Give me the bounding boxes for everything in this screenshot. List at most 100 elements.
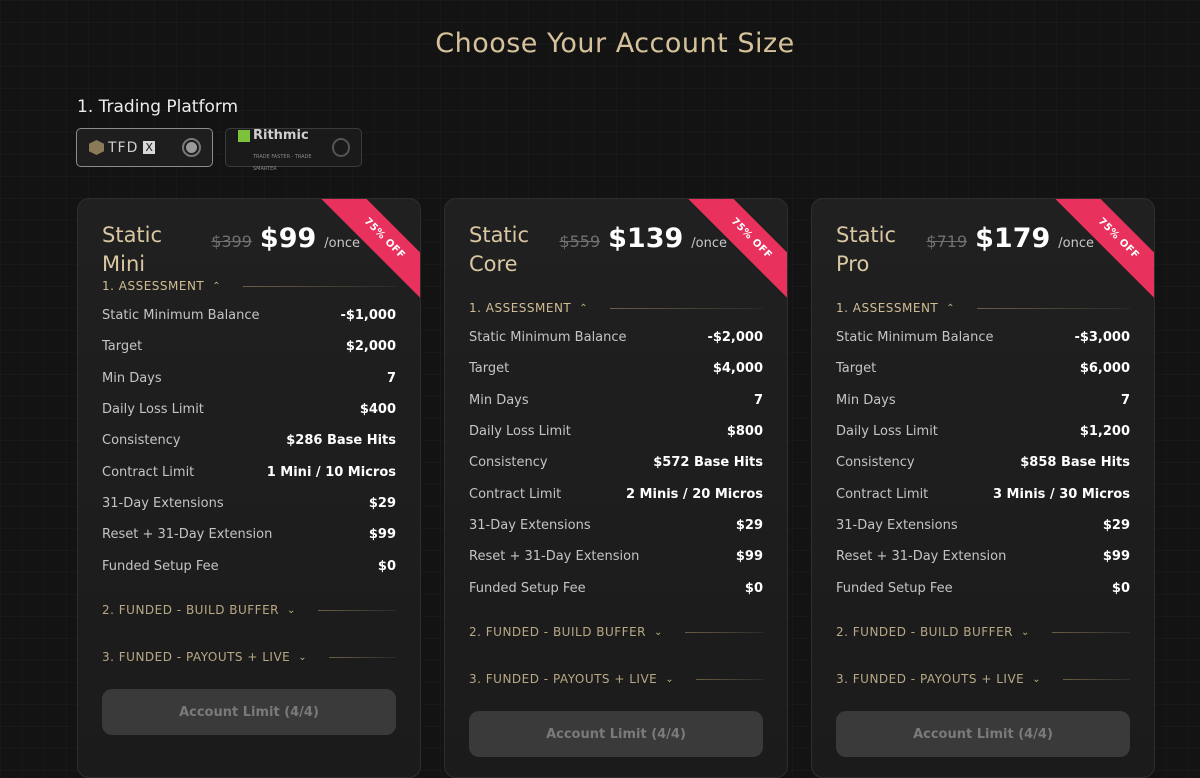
price-period: /once bbox=[691, 236, 727, 251]
plan-detail-row: Daily Loss Limit $1,200 bbox=[836, 416, 1130, 447]
divider bbox=[696, 678, 763, 680]
rithmic-square-icon bbox=[238, 129, 250, 142]
tfdx-hex-icon bbox=[89, 140, 104, 155]
row-label: Min Days bbox=[469, 392, 529, 408]
assessment-details: Static Minimum Balance -$1,000 Target $2… bbox=[102, 300, 396, 582]
row-value: 7 bbox=[753, 392, 763, 408]
row-value: $6,000 bbox=[1079, 361, 1130, 377]
row-label: Reset + 31-Day Extension bbox=[836, 549, 1007, 565]
account-limit-button[interactable]: Account Limit (4/4) bbox=[469, 711, 763, 757]
plan-detail-row: Contract Limit 2 Minis / 20 Micros bbox=[469, 478, 763, 509]
tfdx-logo: TFD X bbox=[89, 140, 155, 156]
row-value: $400 bbox=[359, 402, 396, 418]
old-price: $559 bbox=[559, 232, 601, 251]
section-funded-buffer-toggle[interactable]: 2. FUNDED - BUILD BUFFER ⌄ bbox=[836, 625, 1130, 639]
row-label: Reset + 31-Day Extension bbox=[469, 549, 640, 565]
assessment-details: Static Minimum Balance -$3,000 Target $6… bbox=[836, 322, 1130, 604]
row-value: $99 bbox=[1102, 549, 1130, 565]
divider bbox=[1051, 631, 1130, 633]
row-label: Target bbox=[836, 361, 877, 377]
section-funded-buffer-toggle[interactable]: 2. FUNDED - BUILD BUFFER ⌄ bbox=[469, 625, 763, 639]
row-value: -$3,000 bbox=[1074, 330, 1130, 346]
price: $99 bbox=[259, 223, 317, 254]
plan-name: Static Mini bbox=[102, 223, 163, 276]
row-label: Contract Limit bbox=[836, 486, 929, 502]
row-label: Contract Limit bbox=[469, 486, 562, 502]
old-price: $399 bbox=[211, 232, 252, 251]
page-title: Choose Your Account Size bbox=[435, 28, 795, 59]
section-funded-buffer-toggle[interactable]: 2. FUNDED - BUILD BUFFER ⌄ bbox=[102, 603, 396, 617]
row-value: -$1,000 bbox=[340, 308, 396, 324]
radio-unselected-icon[interactable] bbox=[331, 138, 350, 157]
plan-detail-row: Reset + 31-Day Extension $99 bbox=[836, 541, 1130, 572]
price-period: /once bbox=[1058, 236, 1094, 251]
chevron-down-icon: ⌄ bbox=[1032, 673, 1042, 685]
plan-header: Static Pro $719 $179 /once bbox=[836, 221, 1094, 279]
plan-detail-row: Min Days 7 bbox=[836, 385, 1130, 416]
plan-header: Static Mini $399 $99 /once bbox=[102, 221, 360, 279]
chevron-down-icon: ⌄ bbox=[1020, 626, 1030, 638]
price: $179 bbox=[975, 223, 1051, 254]
plan-detail-row: Min Days 7 bbox=[469, 385, 763, 416]
section-funded-payouts-toggle[interactable]: 3. FUNDED - PAYOUTS + LIVE ⌄ bbox=[102, 650, 396, 664]
divider bbox=[317, 609, 396, 611]
chevron-up-icon: ⌃ bbox=[579, 302, 589, 314]
row-value: $572 Base Hits bbox=[653, 455, 763, 471]
row-label: Funded Setup Fee bbox=[102, 558, 219, 574]
plan-detail-row: 31-Day Extensions $29 bbox=[469, 510, 763, 541]
row-label: 31-Day Extensions bbox=[469, 517, 591, 533]
plan-detail-row: Funded Setup Fee $0 bbox=[102, 550, 396, 581]
price-block: $559 $139 /once bbox=[559, 221, 727, 254]
row-value: $286 Base Hits bbox=[286, 433, 396, 449]
divider bbox=[243, 285, 396, 287]
platform-option-rithmic[interactable]: Rithmic TRADE FASTER · TRADE SMARTER bbox=[225, 128, 362, 172]
row-value: $800 bbox=[726, 424, 763, 440]
section-assessment-toggle[interactable]: 1. ASSESSMENT ⌃ bbox=[469, 301, 763, 315]
row-label: Min Days bbox=[836, 392, 896, 408]
chevron-up-icon: ⌃ bbox=[946, 302, 956, 314]
row-value: $99 bbox=[735, 549, 763, 565]
row-label: Daily Loss Limit bbox=[469, 424, 571, 440]
row-value: 7 bbox=[1120, 392, 1130, 408]
section-assessment-toggle[interactable]: 1. ASSESSMENT ⌃ bbox=[102, 279, 396, 293]
section-assessment-toggle[interactable]: 1. ASSESSMENT ⌃ bbox=[836, 301, 1130, 315]
plan-detail-row: Funded Setup Fee $0 bbox=[469, 572, 763, 603]
assessment-details: Static Minimum Balance -$2,000 Target $4… bbox=[469, 322, 763, 604]
row-label: Static Minimum Balance bbox=[102, 308, 260, 324]
divider bbox=[1063, 678, 1130, 680]
plan-detail-row: Reset + 31-Day Extension $99 bbox=[102, 519, 396, 550]
rithmic-logo: Rithmic TRADE FASTER · TRADE SMARTER bbox=[238, 120, 332, 175]
row-value: $2,000 bbox=[345, 339, 396, 355]
row-label: 31-Day Extensions bbox=[836, 517, 958, 533]
chevron-down-icon: ⌄ bbox=[653, 626, 663, 638]
radio-selected-icon[interactable] bbox=[182, 138, 201, 157]
plan-detail-row: 31-Day Extensions $29 bbox=[102, 488, 396, 519]
account-limit-button[interactable]: Account Limit (4/4) bbox=[836, 711, 1130, 757]
price-block: $399 $99 /once bbox=[211, 221, 360, 254]
plan-detail-row: 31-Day Extensions $29 bbox=[836, 510, 1130, 541]
plan-detail-row: Daily Loss Limit $400 bbox=[102, 394, 396, 425]
chevron-down-icon: ⌄ bbox=[286, 604, 296, 616]
divider bbox=[684, 631, 763, 633]
row-value: 1 Mini / 10 Micros bbox=[266, 464, 396, 480]
plan-detail-row: Target $4,000 bbox=[469, 353, 763, 384]
plan-detail-row: Min Days 7 bbox=[102, 363, 396, 394]
row-label: Static Minimum Balance bbox=[836, 330, 994, 346]
platform-option-tfdx[interactable]: TFD X bbox=[76, 128, 213, 167]
row-value: $29 bbox=[368, 495, 396, 511]
section-funded-payouts-toggle[interactable]: 3. FUNDED - PAYOUTS + LIVE ⌄ bbox=[469, 672, 763, 686]
plan-detail-row: Consistency $286 Base Hits bbox=[102, 425, 396, 456]
row-label: Daily Loss Limit bbox=[102, 402, 204, 418]
section-funded-payouts-toggle[interactable]: 3. FUNDED - PAYOUTS + LIVE ⌄ bbox=[836, 672, 1130, 686]
divider bbox=[610, 307, 763, 309]
row-label: Funded Setup Fee bbox=[836, 580, 953, 596]
row-label: Target bbox=[102, 339, 143, 355]
row-value: $29 bbox=[735, 517, 763, 533]
row-value: $858 Base Hits bbox=[1020, 455, 1130, 471]
row-value: $0 bbox=[744, 580, 763, 596]
account-limit-button[interactable]: Account Limit (4/4) bbox=[102, 689, 396, 735]
row-value: $4,000 bbox=[712, 361, 763, 377]
row-label: Reset + 31-Day Extension bbox=[102, 527, 273, 543]
plan-detail-row: Contract Limit 1 Mini / 10 Micros bbox=[102, 456, 396, 487]
chevron-down-icon: ⌄ bbox=[298, 651, 308, 663]
